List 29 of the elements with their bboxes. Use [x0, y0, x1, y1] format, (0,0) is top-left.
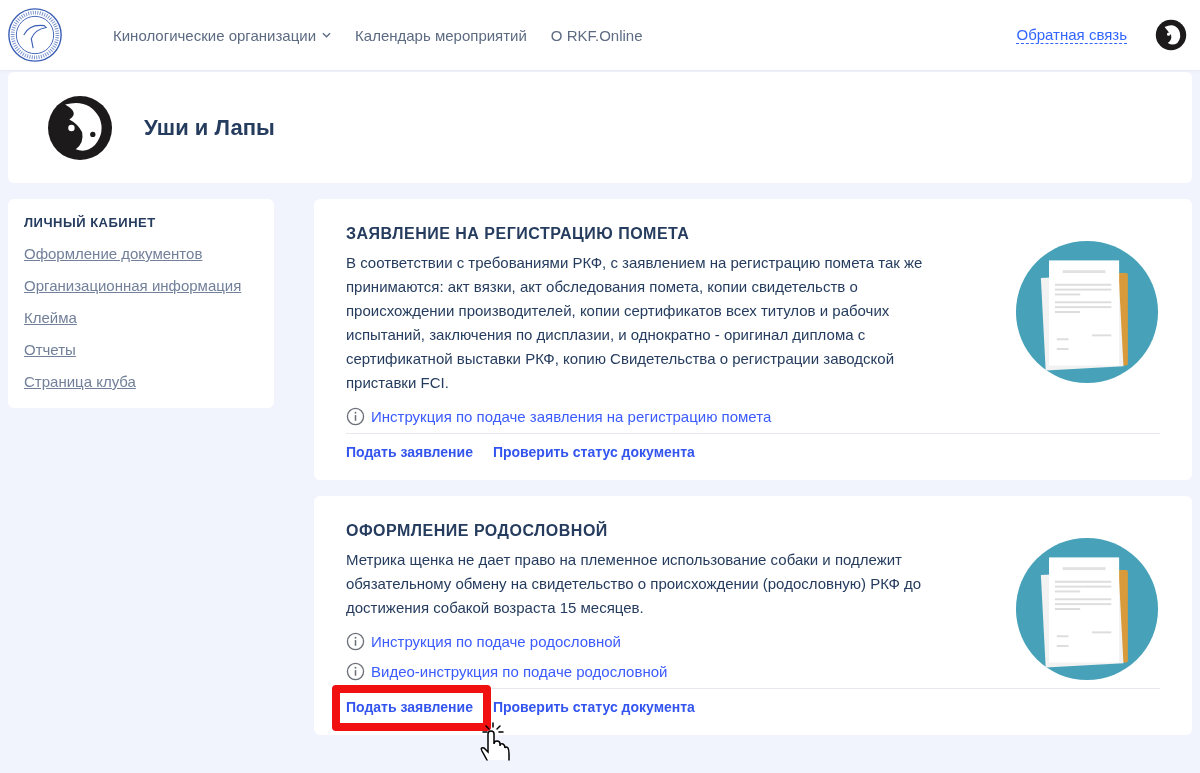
sidebar-link[interactable]: Организационная информация [24, 270, 258, 302]
instruction-link[interactable]: Видео-инструкция по подаче родословной [371, 662, 668, 680]
sidebar-link[interactable]: Отчеты [24, 334, 258, 366]
sidebar-link[interactable]: Клейма [24, 302, 258, 334]
feedback-link[interactable]: Обратная связь [1016, 26, 1127, 44]
action-link[interactable]: Проверить статус документа [492, 699, 695, 715]
club-name: Уши и Лапы [144, 114, 275, 141]
card-title: ЗАЯВЛЕНИЕ НА РЕГИСТРАЦИЮ ПОМЕТА [346, 225, 691, 243]
sidebar-title: ЛИЧНЫЙ КАБИНЕТ [24, 215, 157, 230]
card-title: ОФОРМЛЕНИЕ РОДОСЛОВНОЙ [346, 522, 609, 540]
card-description: Метрика щенка не дает право на племенное использование собаки и подлежит обязательному обмену на свидетельство о происхождении (родословную) РКФ до достижения собакой возраста 15 месяцев. [346, 550, 923, 618]
nav-link[interactable]: Календарь мероприятий [355, 26, 527, 44]
info-icon [346, 661, 365, 681]
sidebar-link[interactable]: Страница клуба [24, 366, 258, 398]
info-icon [346, 406, 365, 426]
action-link[interactable]: Подать заявление [346, 444, 473, 460]
info-icon [346, 631, 365, 651]
action-link[interactable]: Подать заявление [346, 699, 473, 715]
nav-link[interactable]: О RKF.Online [550, 26, 643, 44]
card-description: В соответствии с требованиями РКФ, с заявлением на регистрацию помета так же принимаются: акт вязки, акт обследования помета, копии свидетельств о происхождении производителей, копии сертификатов всех титулов и рабочих испытаний, заключения по дисплазии, и однократно - оригинал диплома с сертификатной выставки РКФ, копию Свидетельства о регистрации заводской приставки FCI. [346, 253, 924, 393]
instruction-link[interactable]: Инструкция по подаче родословной [371, 632, 621, 650]
instruction-link[interactable]: Инструкция по подаче заявления на регистрацию помета [371, 407, 772, 425]
federation-seal-logo[interactable] [7, 7, 63, 63]
action-link[interactable]: Проверить статус документа [492, 444, 695, 460]
club-logo [48, 95, 112, 160]
chevron-down-icon[interactable] [322, 32, 332, 38]
nav-link[interactable]: Кинологические организации [113, 26, 317, 44]
sidebar-link[interactable]: Оформление документов [24, 238, 258, 270]
avatar-icon[interactable] [1155, 19, 1187, 51]
